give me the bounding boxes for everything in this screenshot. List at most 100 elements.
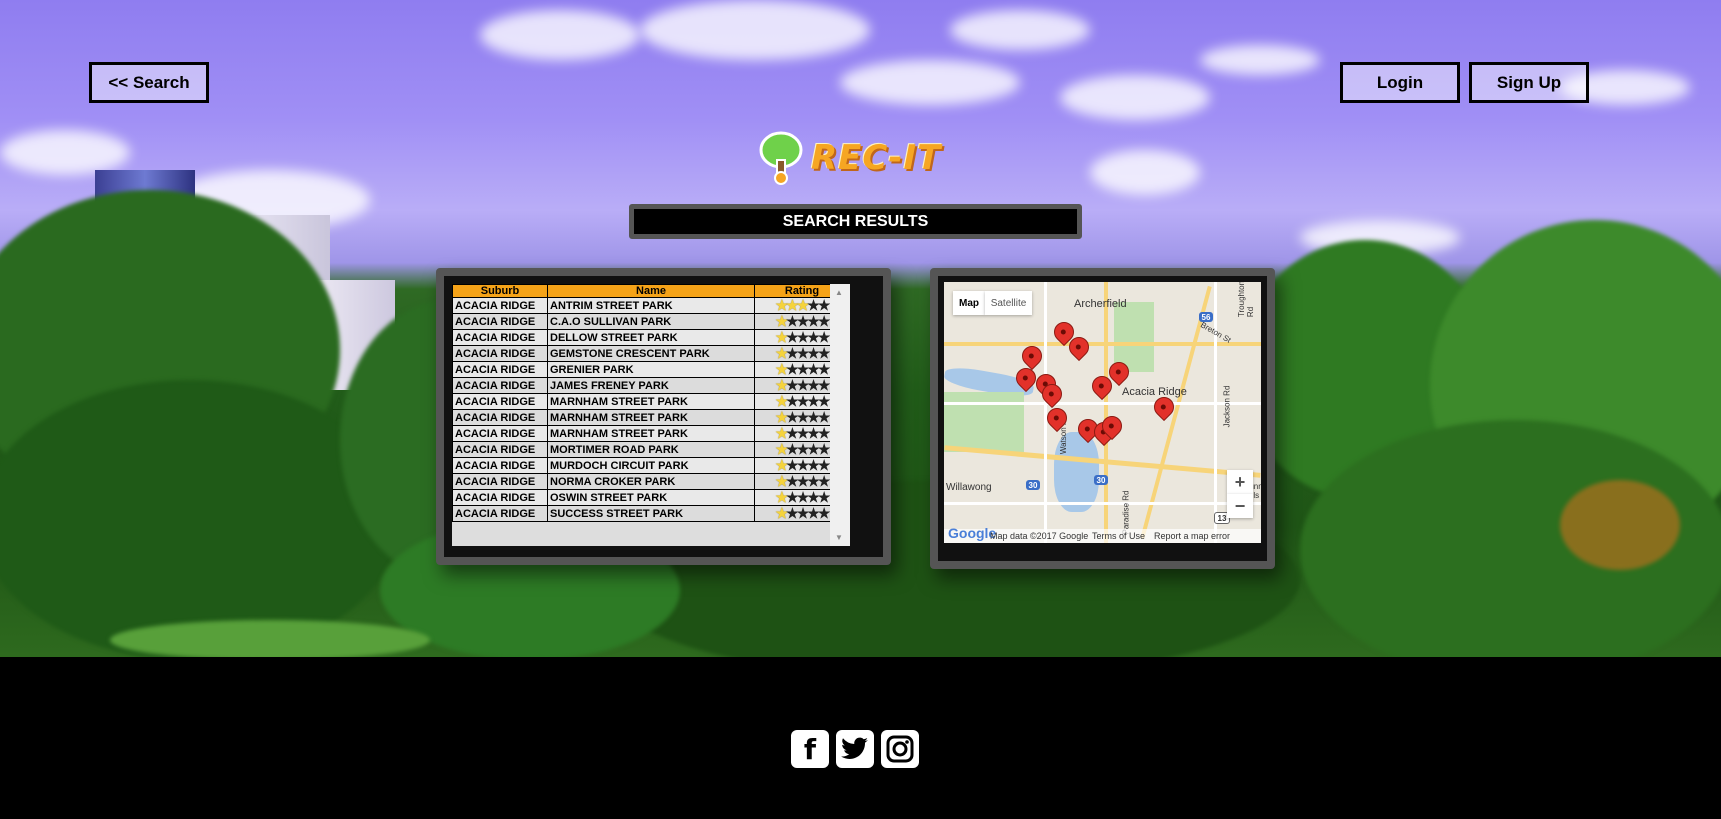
google-logo: Google [948,525,997,541]
star-filled-icon: ★ [775,473,788,489]
table-row[interactable]: ACACIA RIDGE ANTRIM STREET PARK ★★★★★ [452,297,850,314]
twitter-icon[interactable] [836,730,874,768]
park-name-cell[interactable]: MARNHAM STREET PARK [547,393,755,410]
suburb-cell: ACACIA RIDGE [452,473,548,490]
star-empty-icon: ★ [807,313,819,329]
park-name-cell[interactable]: SUCCESS STREET PARK [547,505,755,522]
star-empty-icon: ★ [817,473,830,489]
suburb-cell: ACACIA RIDGE [452,393,548,410]
facebook-icon[interactable]: f [791,730,829,768]
table-row[interactable]: ACACIA RIDGE C.A.O SULLIVAN PARK ★★★★★ [452,313,850,330]
table-row[interactable]: ACACIA RIDGE MARNHAM STREET PARK ★★★★★ [452,393,850,410]
star-empty-icon: ★ [817,505,830,521]
park-name-cell[interactable]: MARNHAM STREET PARK [547,425,755,442]
park-name-cell[interactable]: NORMA CROKER PARK [547,473,755,490]
table-row[interactable]: ACACIA RIDGE GRENIER PARK ★★★★★ [452,361,850,378]
route-shield: 30 [1026,480,1040,490]
map-view-tab[interactable]: Map [953,291,985,315]
signup-button[interactable]: Sign Up [1469,62,1589,103]
star-filled-icon: ★ [775,297,788,313]
google-map[interactable]: Archerfield Acacia Ridge Willawong Breto… [944,282,1261,543]
star-empty-icon: ★ [796,329,809,345]
instagram-icon[interactable] [881,730,919,768]
star-empty-icon: ★ [817,457,830,473]
star-empty-icon: ★ [796,377,809,393]
suburb-cell: ACACIA RIDGE [452,441,548,458]
map-attribution: Google Map data ©2017 Google Terms of Us… [944,525,1261,543]
star-empty-icon: ★ [807,361,819,377]
suburb-cell: ACACIA RIDGE [452,361,548,378]
star-empty-icon: ★ [796,505,809,521]
star-empty-icon: ★ [796,441,809,457]
suburb-cell: ACACIA RIDGE [452,377,548,394]
star-empty-icon: ★ [807,489,819,505]
map-label-jackson-rd: Jackson Rd [1222,385,1232,428]
star-empty-icon: ★ [817,393,830,409]
park-name-cell[interactable]: ANTRIM STREET PARK [547,297,755,314]
star-filled-icon: ★ [775,313,788,329]
terms-link[interactable]: Terms of Use [1092,531,1145,541]
star-empty-icon: ★ [807,505,819,521]
scroll-down-icon[interactable]: ▼ [835,533,843,542]
star-empty-icon: ★ [796,425,809,441]
suburb-cell: ACACIA RIDGE [452,329,548,346]
column-header-name: Name [547,284,755,298]
table-row[interactable]: ACACIA RIDGE GEMSTONE CRESCENT PARK ★★★★★ [452,345,850,362]
suburb-cell: ACACIA RIDGE [452,457,548,474]
park-name-cell[interactable]: GRENIER PARK [547,361,755,378]
table-row[interactable]: ACACIA RIDGE JAMES FRENEY PARK ★★★★★ [452,377,850,394]
map-label-paradise-rd: Paradise Rd [1121,490,1131,535]
table-row[interactable]: ACACIA RIDGE NORMA CROKER PARK ★★★★★ [452,473,850,490]
table-row[interactable]: ACACIA RIDGE DELLOW STREET PARK ★★★★★ [452,329,850,346]
scroll-up-icon[interactable]: ▲ [835,288,843,297]
results-table-container: Suburb Name Rating ACACIA RIDGE ANTRIM ST… [452,284,850,546]
star-filled-icon: ★ [775,361,788,377]
star-empty-icon: ★ [786,409,798,425]
star-empty-icon: ★ [786,489,798,505]
suburb-cell: ACACIA RIDGE [452,409,548,426]
star-empty-icon: ★ [786,473,798,489]
table-row[interactable]: ACACIA RIDGE SUCCESS STREET PARK ★★★★★ [452,505,850,522]
star-empty-icon: ★ [817,409,830,425]
park-name-cell[interactable]: MORTIMER ROAD PARK [547,441,755,458]
star-empty-icon: ★ [807,425,819,441]
star-filled-icon: ★ [775,329,788,345]
park-name-cell[interactable]: C.A.O SULLIVAN PARK [547,313,755,330]
map-label-willawong: Willawong [946,482,992,493]
star-filled-icon: ★ [775,345,788,361]
star-empty-icon: ★ [786,313,798,329]
star-empty-icon: ★ [807,473,819,489]
star-filled-icon: ★ [775,393,788,409]
park-name-cell[interactable]: MURDOCH CIRCUIT PARK [547,457,755,474]
search-results-title: SEARCH RESULTS [629,204,1082,239]
zoom-out-button[interactable]: − [1227,494,1253,518]
table-row[interactable]: ACACIA RIDGE MURDOCH CIRCUIT PARK ★★★★★ [452,457,850,474]
route-shield: 56 [1199,312,1213,322]
table-scrollbar[interactable]: ▲ ▼ [830,284,850,546]
park-name-cell[interactable]: MARNHAM STREET PARK [547,409,755,426]
report-error-link[interactable]: Report a map error [1154,531,1230,541]
star-empty-icon: ★ [786,505,798,521]
satellite-view-tab[interactable]: Satellite [985,291,1032,315]
table-row[interactable]: ACACIA RIDGE OSWIN STREET PARK ★★★★★ [452,489,850,506]
zoom-in-button[interactable]: + [1227,470,1253,494]
suburb-cell: ACACIA RIDGE [452,489,548,506]
star-empty-icon: ★ [817,489,830,505]
back-to-search-button[interactable]: << Search [89,62,209,103]
park-name-cell[interactable]: JAMES FRENEY PARK [547,377,755,394]
star-empty-icon: ★ [786,361,798,377]
star-empty-icon: ★ [807,297,819,313]
table-row[interactable]: ACACIA RIDGE MARNHAM STREET PARK ★★★★★ [452,425,850,442]
park-name-cell[interactable]: GEMSTONE CRESCENT PARK [547,345,755,362]
results-table: Suburb Name Rating ACACIA RIDGE ANTRIM ST… [452,284,850,522]
park-name-cell[interactable]: OSWIN STREET PARK [547,489,755,506]
star-empty-icon: ★ [817,329,830,345]
park-name-cell[interactable]: DELLOW STREET PARK [547,329,755,346]
logo-text: REC-IT [811,138,942,178]
table-row[interactable]: ACACIA RIDGE MARNHAM STREET PARK ★★★★★ [452,409,850,426]
table-row[interactable]: ACACIA RIDGE MORTIMER ROAD PARK ★★★★★ [452,441,850,458]
star-empty-icon: ★ [796,473,809,489]
login-button[interactable]: Login [1340,62,1460,103]
star-empty-icon: ★ [786,377,798,393]
star-filled-icon: ★ [775,505,788,521]
